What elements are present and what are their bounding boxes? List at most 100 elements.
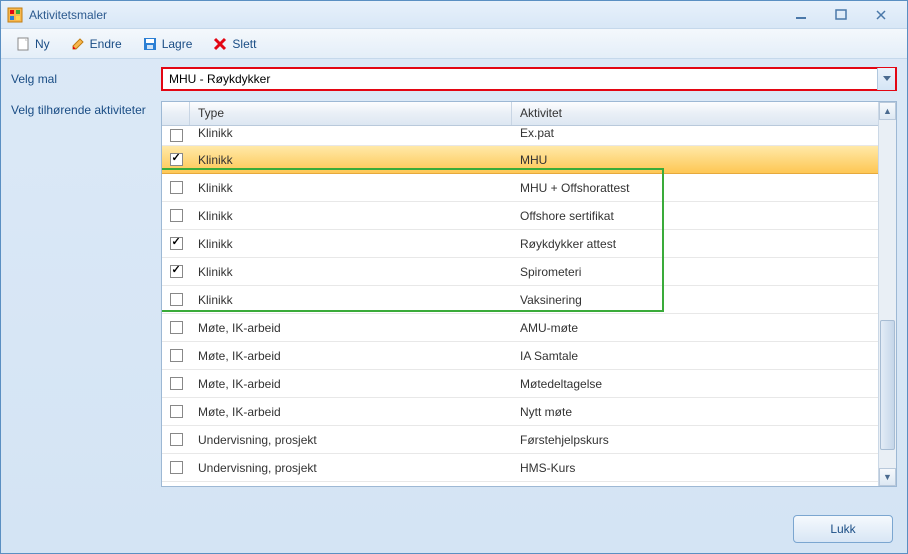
delete-button[interactable]: Slett <box>206 34 262 54</box>
disk-icon <box>142 36 158 52</box>
delete-icon <box>212 36 228 52</box>
template-value: MHU - Røykdykker <box>163 72 877 86</box>
row-activity: Vaksinering <box>512 293 878 307</box>
row-checkbox-cell <box>162 153 190 166</box>
row-checkbox[interactable] <box>170 181 183 194</box>
table-row[interactable]: KlinikkRøykdykker attest <box>162 230 878 258</box>
row-checkbox[interactable] <box>170 405 183 418</box>
table-row[interactable]: KlinikkVaksinering <box>162 286 878 314</box>
activities-area: Velg tilhørende aktiviteter Type Aktivit… <box>11 101 897 487</box>
row-activity: Offshore sertifikat <box>512 209 878 223</box>
row-activity: MHU + Offshorattest <box>512 181 878 195</box>
edit-button[interactable]: Endre <box>64 34 128 54</box>
row-type: Klinikk <box>190 237 512 251</box>
row-checkbox[interactable] <box>170 321 183 334</box>
activities-grid: Type Aktivitet KlinikkEx.patKlinikkMHUKl… <box>161 101 897 487</box>
window-controls <box>789 7 893 23</box>
row-activity: IA Samtale <box>512 349 878 363</box>
edit-label: Endre <box>90 37 122 51</box>
row-checkbox-cell <box>162 405 190 418</box>
row-checkbox-cell <box>162 129 190 142</box>
content-area: Velg mal MHU - Røykdykker Velg tilhørend… <box>1 59 907 495</box>
scroll-track[interactable] <box>879 120 896 468</box>
grid-inner: Type Aktivitet KlinikkEx.patKlinikkMHUKl… <box>162 102 878 486</box>
row-checkbox-cell <box>162 181 190 194</box>
row-checkbox[interactable] <box>170 461 183 474</box>
col-check-header[interactable] <box>162 102 190 125</box>
table-row[interactable]: Møte, IK-arbeidMøtedeltagelse <box>162 370 878 398</box>
row-checkbox[interactable] <box>170 237 183 250</box>
row-checkbox-cell <box>162 237 190 250</box>
template-row: Velg mal MHU - Røykdykker <box>11 67 897 91</box>
row-type: Klinikk <box>190 126 512 140</box>
delete-label: Slett <box>232 37 256 51</box>
grid-header: Type Aktivitet <box>162 102 878 126</box>
footer: Lukk <box>793 515 893 543</box>
table-row[interactable]: Undervisning, prosjektHMS-Kurs <box>162 454 878 482</box>
save-button[interactable]: Lagre <box>136 34 199 54</box>
scroll-up-button[interactable]: ▲ <box>879 102 896 120</box>
row-checkbox[interactable] <box>170 209 183 222</box>
table-row[interactable]: KlinikkMHU + Offshorattest <box>162 174 878 202</box>
table-row[interactable]: KlinikkMHU <box>162 146 878 174</box>
row-checkbox[interactable] <box>170 265 183 278</box>
scroll-down-button[interactable]: ▼ <box>879 468 896 486</box>
close-label: Lukk <box>830 522 855 536</box>
chevron-down-icon[interactable] <box>877 68 895 90</box>
row-type: Klinikk <box>190 209 512 223</box>
row-checkbox-cell <box>162 265 190 278</box>
template-dropdown[interactable]: MHU - Røykdykker <box>161 67 897 91</box>
row-type: Klinikk <box>190 153 512 167</box>
row-checkbox[interactable] <box>170 433 183 446</box>
template-label: Velg mal <box>11 72 161 86</box>
save-label: Lagre <box>162 37 193 51</box>
app-icon <box>7 7 23 23</box>
row-type: Møte, IK-arbeid <box>190 349 512 363</box>
row-checkbox-cell <box>162 461 190 474</box>
row-checkbox[interactable] <box>170 293 183 306</box>
close-button[interactable] <box>869 7 893 23</box>
row-activity: Ex.pat <box>512 126 878 140</box>
app-window: Aktivitetsmaler Ny Endre Lagre Slett Vel… <box>0 0 908 554</box>
row-checkbox[interactable] <box>170 349 183 362</box>
row-type: Undervisning, prosjekt <box>190 461 512 475</box>
scroll-thumb[interactable] <box>880 320 895 450</box>
row-activity: Møtedeltagelse <box>512 377 878 391</box>
row-checkbox[interactable] <box>170 377 183 390</box>
table-row[interactable]: Møte, IK-arbeidIA Samtale <box>162 342 878 370</box>
row-type: Møte, IK-arbeid <box>190 405 512 419</box>
row-checkbox-cell <box>162 349 190 362</box>
grid-body: KlinikkEx.patKlinikkMHUKlinikkMHU + Offs… <box>162 126 878 482</box>
table-row[interactable]: KlinikkOffshore sertifikat <box>162 202 878 230</box>
row-type: Klinikk <box>190 293 512 307</box>
row-checkbox-cell <box>162 293 190 306</box>
row-type: Klinikk <box>190 265 512 279</box>
vertical-scrollbar[interactable]: ▲ ▼ <box>878 102 896 486</box>
row-checkbox[interactable] <box>170 153 183 166</box>
table-row[interactable]: KlinikkSpirometeri <box>162 258 878 286</box>
new-button[interactable]: Ny <box>9 34 56 54</box>
table-row[interactable]: KlinikkEx.pat <box>162 126 878 146</box>
table-row[interactable]: Møte, IK-arbeidNytt møte <box>162 398 878 426</box>
row-activity: MHU <box>512 153 878 167</box>
table-row[interactable]: Møte, IK-arbeidAMU-møte <box>162 314 878 342</box>
row-type: Undervisning, prosjekt <box>190 433 512 447</box>
minimize-button[interactable] <box>789 7 813 23</box>
row-checkbox-cell <box>162 377 190 390</box>
table-row[interactable]: Undervisning, prosjektFørstehjelpskurs <box>162 426 878 454</box>
new-label: Ny <box>35 37 50 51</box>
row-activity: Nytt møte <box>512 405 878 419</box>
row-checkbox-cell <box>162 433 190 446</box>
row-type: Møte, IK-arbeid <box>190 321 512 335</box>
maximize-button[interactable] <box>829 7 853 23</box>
pencil-icon <box>70 36 86 52</box>
titlebar: Aktivitetsmaler <box>1 1 907 29</box>
row-type: Klinikk <box>190 181 512 195</box>
col-activity-header[interactable]: Aktivitet <box>512 102 878 125</box>
row-checkbox-cell <box>162 321 190 334</box>
row-checkbox[interactable] <box>170 129 183 142</box>
close-dialog-button[interactable]: Lukk <box>793 515 893 543</box>
activities-label: Velg tilhørende aktiviteter <box>11 101 161 117</box>
new-icon <box>15 36 31 52</box>
col-type-header[interactable]: Type <box>190 102 512 125</box>
